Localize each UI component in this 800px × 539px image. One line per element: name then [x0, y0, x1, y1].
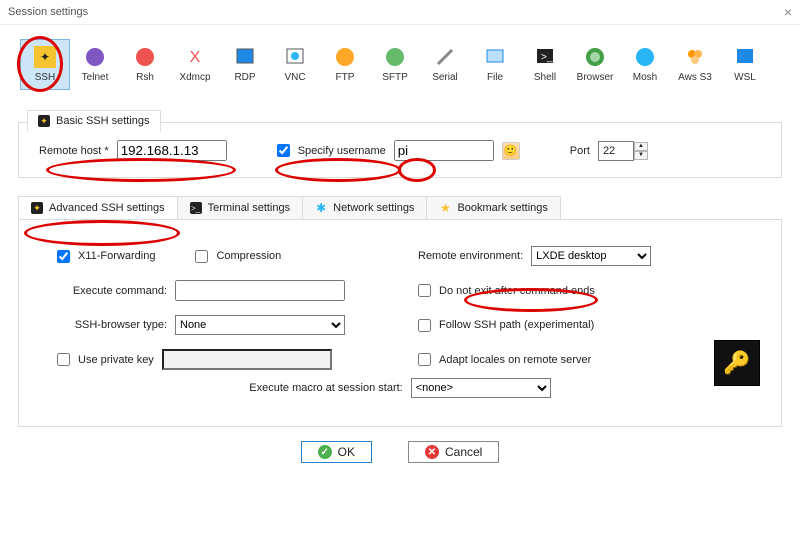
shell-icon: >_ — [534, 46, 556, 68]
session-type-vnc[interactable]: VNC — [270, 39, 320, 90]
key-icon: 🔑 — [723, 350, 750, 376]
awss3-icon — [684, 46, 706, 68]
mosh-icon — [634, 46, 656, 68]
specify-username-checkbox[interactable] — [277, 144, 290, 157]
tab-bookmark-settings[interactable]: ★ Bookmark settings — [427, 196, 560, 219]
ssh-browser-label: SSH-browser type: — [47, 319, 167, 331]
wsl-icon — [734, 46, 756, 68]
ftp-icon — [334, 46, 356, 68]
tab-network-settings[interactable]: ✱ Network settings — [303, 196, 427, 219]
cancel-button[interactable]: ✕ Cancel — [408, 441, 499, 463]
file-icon — [484, 46, 506, 68]
session-type-xdmcp[interactable]: X Xdmcp — [170, 39, 220, 90]
rsh-icon — [134, 46, 156, 68]
x11-forwarding-checkbox[interactable] — [57, 250, 70, 263]
x11-forwarding-label: X11-Forwarding — [78, 250, 155, 262]
use-private-key-label: Use private key — [78, 354, 154, 366]
cancel-icon: ✕ — [425, 445, 439, 459]
ssh-subtabs: ✦ Advanced SSH settings >_ Terminal sett… — [18, 196, 800, 219]
port-input[interactable]: 22 — [598, 141, 634, 161]
username-input[interactable] — [394, 140, 494, 161]
session-type-rsh[interactable]: Rsh — [120, 39, 170, 90]
port-spinner[interactable]: ▲▼ — [634, 142, 648, 160]
svg-text:X: X — [190, 49, 201, 66]
session-type-serial[interactable]: Serial — [420, 39, 470, 90]
do-not-exit-checkbox[interactable] — [418, 284, 431, 297]
session-type-browser[interactable]: Browser — [570, 39, 620, 90]
serial-icon — [434, 46, 456, 68]
execute-command-label: Execute command: — [47, 285, 167, 297]
session-type-sftp[interactable]: SFTP — [370, 39, 420, 90]
session-type-shell[interactable]: >_ Shell — [520, 39, 570, 90]
macro-label: Execute macro at session start: — [249, 382, 402, 394]
xdmcp-icon: X — [184, 46, 206, 68]
compression-checkbox[interactable] — [195, 250, 208, 263]
star-icon: ★ — [439, 202, 451, 214]
svg-text:>_: >_ — [541, 52, 553, 63]
network-icon: ✱ — [315, 202, 327, 214]
browser-icon — [584, 46, 606, 68]
telnet-icon — [84, 46, 106, 68]
session-type-rdp[interactable]: RDP — [220, 39, 270, 90]
advanced-ssh-content: X11-Forwarding Compression Remote enviro… — [18, 219, 782, 427]
session-type-wsl[interactable]: WSL — [720, 39, 770, 90]
dialog-buttons: ✓ OK ✕ Cancel — [0, 441, 800, 463]
remote-env-select[interactable]: LXDE desktop — [531, 246, 651, 266]
remote-host-input[interactable] — [117, 140, 227, 161]
svg-text:✦: ✦ — [40, 50, 50, 64]
execute-command-input[interactable] — [175, 280, 345, 301]
session-type-file[interactable]: File — [470, 39, 520, 90]
session-type-ssh[interactable]: ✦ SSH — [20, 39, 70, 90]
session-type-mosh[interactable]: Mosh — [620, 39, 670, 90]
specify-username-label: Specify username — [298, 145, 386, 157]
session-type-awss3[interactable]: Aws S3 — [670, 39, 720, 90]
rdp-icon — [234, 46, 256, 68]
compression-label: Compression — [216, 250, 281, 262]
settings-icon: ✦ — [38, 115, 50, 127]
tab-terminal-settings[interactable]: >_ Terminal settings — [178, 196, 304, 219]
follow-path-label: Follow SSH path (experimental) — [439, 319, 594, 331]
follow-path-checkbox[interactable] — [418, 319, 431, 332]
do-not-exit-label: Do not exit after command ends — [439, 285, 595, 297]
close-icon[interactable]: × — [784, 4, 792, 20]
terminal-icon: >_ — [190, 202, 202, 214]
basic-ssh-tab: ✦ Basic SSH settings — [27, 110, 161, 132]
session-type-ftp[interactable]: FTP — [320, 39, 370, 90]
tab-advanced-ssh[interactable]: ✦ Advanced SSH settings — [18, 196, 178, 219]
user-avatar-icon[interactable]: 🙂 — [502, 142, 520, 160]
window-title: Session settings — [8, 6, 88, 18]
basic-ssh-panel: ✦ Basic SSH settings Remote host * Speci… — [18, 122, 782, 178]
port-label: Port — [570, 145, 590, 157]
remote-env-label: Remote environment: — [418, 250, 523, 262]
credentials-key-button[interactable]: 🔑 — [714, 340, 760, 386]
macro-select[interactable]: <none> — [411, 378, 551, 398]
session-type-toolbar: ✦ SSH Telnet Rsh X Xdmcp RDP VNC FTP SFT… — [0, 25, 800, 100]
vnc-icon — [284, 46, 306, 68]
ssh-browser-select[interactable]: None — [175, 315, 345, 335]
adapt-locales-checkbox[interactable] — [418, 353, 431, 366]
check-icon: ✓ — [318, 445, 332, 459]
use-private-key-checkbox[interactable] — [57, 353, 70, 366]
session-type-telnet[interactable]: Telnet — [70, 39, 120, 90]
sftp-icon — [384, 46, 406, 68]
remote-host-label: Remote host * — [39, 145, 109, 157]
settings-icon: ✦ — [31, 202, 43, 214]
ssh-icon: ✦ — [34, 46, 56, 68]
ok-button[interactable]: ✓ OK — [301, 441, 372, 463]
adapt-locales-label: Adapt locales on remote server — [439, 354, 591, 366]
private-key-input — [162, 349, 332, 370]
